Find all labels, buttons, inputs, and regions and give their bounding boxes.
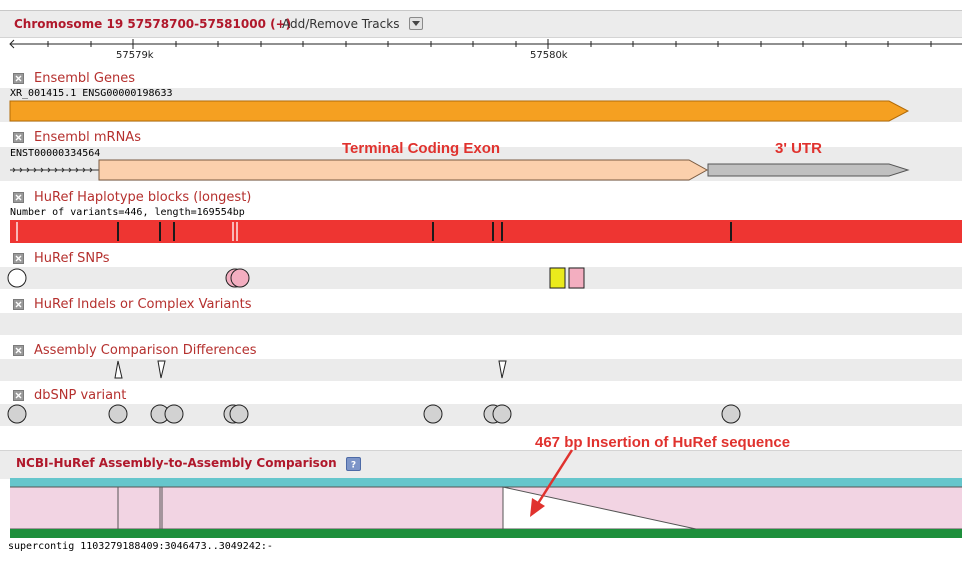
browser-header: Chromosome 19 57578700-57581000 (+) Add/…	[0, 10, 962, 38]
close-icon[interactable]	[13, 345, 24, 356]
ruler-label-right: 57580k	[530, 50, 568, 61]
close-icon[interactable]	[13, 253, 24, 264]
chevron-down-icon[interactable]	[409, 17, 423, 30]
comparison-title: NCBI-HuRef Assembly-to-Assembly Comparis…	[16, 456, 337, 470]
assembly-diff-features[interactable]	[0, 359, 962, 383]
ruler-label-left: 57579k	[116, 50, 154, 61]
svg-text:?: ?	[351, 461, 356, 471]
dbsnp-features[interactable]	[0, 402, 962, 428]
indels-band	[0, 313, 962, 335]
track-title-assembly-differences: Assembly Comparison Differences	[34, 343, 257, 358]
gene-feature-label: XR_001415.1 ENSG00000198633	[10, 88, 173, 99]
haplotype-feature-label: Number of variants=446, length=169554bp	[10, 207, 245, 218]
close-icon[interactable]	[13, 132, 24, 143]
close-icon[interactable]	[13, 390, 24, 401]
help-icon[interactable]: ?	[346, 457, 361, 471]
gene-feature[interactable]	[0, 100, 962, 124]
supercontig-label: supercontig 1103279188409:3046473..30492…	[8, 541, 273, 552]
track-title-dbsnp-variant: dbSNP variant	[34, 388, 127, 403]
utr-label: 3' UTR	[775, 140, 822, 157]
close-icon[interactable]	[13, 299, 24, 310]
track-title-huref-indels: HuRef Indels or Complex Variants	[34, 297, 252, 312]
track-title-ensembl-genes: Ensembl Genes	[34, 71, 135, 86]
assembly-alignment[interactable]	[0, 476, 962, 540]
snp-features[interactable]	[0, 264, 962, 292]
add-remove-tracks-link[interactable]: Add/Remove Tracks	[282, 17, 399, 31]
track-title-haplotype-blocks: HuRef Haplotype blocks (longest)	[34, 190, 252, 205]
close-icon[interactable]	[13, 73, 24, 84]
terminal-coding-exon-label: Terminal Coding Exon	[342, 140, 501, 157]
haplotype-block[interactable]	[0, 219, 962, 245]
mrna-feature[interactable]	[0, 158, 962, 184]
insertion-arrow-icon	[530, 449, 574, 517]
track-title-ensembl-mrnas: Ensembl mRNAs	[34, 130, 141, 145]
close-icon[interactable]	[13, 192, 24, 203]
genome-browser: { "header": { "title": "Chromosome 19 57…	[0, 0, 962, 562]
chromosome-title: Chromosome 19 57578700-57581000 (+)	[14, 17, 292, 31]
